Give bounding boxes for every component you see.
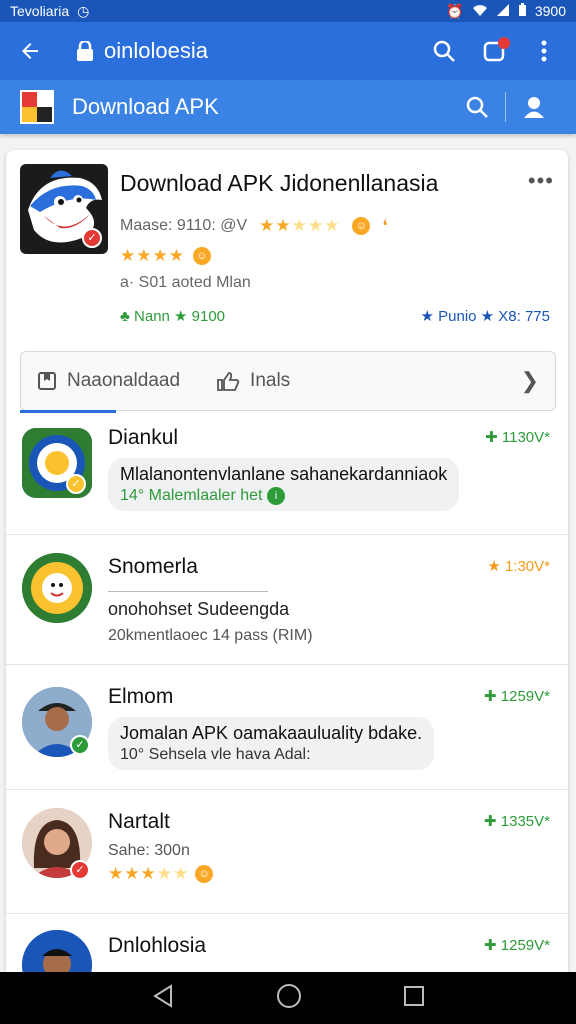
tab-count-badge [498, 37, 510, 49]
content-card: ✓ Download APK Jidonenllanasia ••• Maase… [6, 150, 568, 980]
list-item-rating: ★★★★★ ☺ [108, 864, 214, 884]
app-icon[interactable]: ✓ [20, 164, 108, 254]
square-recents-icon [404, 985, 425, 1006]
tab-download[interactable]: Naaonaldaad [37, 370, 180, 392]
list-item-count: ✚ 1335V* [484, 813, 550, 830]
browser-toolbar: oinloloesia [0, 22, 576, 80]
list-item[interactable]: ✓ Nartalt ✚ 1335V* Sahe: 300n ★★★★★ ☺ [6, 790, 568, 914]
mascot-emblem-icon [22, 553, 92, 623]
coin-icon: ☺ [352, 217, 371, 235]
verified-badge-icon: ✓ [82, 228, 102, 248]
bookmark-icon [38, 372, 56, 390]
circle-home-icon [276, 983, 301, 1008]
list-item-name: Dnlohlosia [108, 934, 207, 957]
app-header: ✓ Download APK Jidonenllanasia ••• Maase… [6, 150, 568, 340]
kebab-menu-icon [541, 40, 547, 62]
review-list: ✓ Diankul ✚ 1130V* Mlalanontenvlanlane s… [6, 418, 568, 980]
comment-bubble: Mlalanontenvlanlane sahanekardanniaok 14… [108, 458, 460, 512]
url-field[interactable]: oinloloesia [104, 38, 412, 64]
signal-icon [496, 3, 510, 20]
divider [108, 591, 268, 592]
list-item-subtext: Sahe: 300n [108, 842, 190, 859]
list-item-subtext: 20kmentlaoec 14 pass (RIM) [108, 627, 313, 644]
leaf-icon: ♣ [120, 308, 130, 325]
wifi-icon [472, 3, 488, 20]
list-item-count: ✚ 1259V* [484, 688, 550, 705]
app-meta: Maase: 9110: @V ★★★★★ ☺ ❛ [120, 216, 388, 236]
account-button[interactable] [512, 85, 556, 129]
app-tag-right: ★ Punio ★ X8: 775 [420, 308, 550, 325]
nav-home-button[interactable] [276, 983, 302, 1014]
list-item[interactable]: ✓ Diankul ✚ 1130V* Mlalanontenvlanlane s… [6, 418, 568, 535]
arrow-left-icon [22, 43, 38, 59]
system-nav-bar [0, 972, 576, 1024]
info-icon: i [266, 487, 285, 505]
list-item-name: Snomerla [108, 555, 198, 578]
rating-stars: ★★★★ [120, 246, 185, 265]
lock-icon [77, 41, 93, 61]
nav-back-button[interactable] [151, 983, 175, 1013]
thumbs-up-icon [217, 372, 240, 391]
more-options-button[interactable]: ••• [528, 168, 554, 194]
app-tag-left: ♣ Nann ★ 9100 [120, 308, 226, 325]
tab-details[interactable]: Inals [216, 370, 290, 392]
status-bar: Tevoliaria ◷ ⏰ 3900 [0, 0, 576, 22]
rating-stars: ★★★★★ [108, 864, 190, 883]
coin-icon: ☺ [192, 247, 211, 265]
verified-badge-icon: ✓ [66, 474, 86, 494]
list-item-name: Nartalt [108, 810, 170, 833]
app-meta-text: Maase: 9110: @V [120, 217, 248, 234]
flame-icon: ❛ [382, 218, 388, 235]
back-button[interactable] [14, 35, 46, 67]
search-icon [466, 96, 488, 118]
app-subline: a· S01 aoted Mlan [120, 274, 251, 291]
carrier-label: Tevoliaria [10, 3, 70, 19]
browser-search-button[interactable] [426, 33, 462, 69]
list-item-count: ✚ 1259V* [484, 937, 550, 954]
tabs-button[interactable] [476, 33, 512, 69]
list-item-name: Elmom [108, 685, 174, 708]
site-header: Download APK [0, 80, 576, 134]
list-item-count: ★ 1:30V* [487, 558, 550, 575]
browser-menu-button[interactable] [526, 33, 562, 69]
list-item-count: ✚ 1130V* [485, 429, 550, 446]
tab-strip: Naaonaldaad Inals ❯ [20, 351, 556, 411]
nav-recents-button[interactable] [403, 985, 425, 1012]
battery-icon [518, 2, 527, 20]
list-item-name: Diankul [108, 426, 179, 449]
clock-icon: ◷ [77, 2, 90, 19]
active-tab-indicator [20, 410, 116, 413]
site-search-button[interactable] [455, 85, 499, 129]
user-icon [524, 97, 544, 118]
battery-level: 3900 [534, 3, 566, 19]
site-logo[interactable] [20, 90, 54, 124]
list-item[interactable]: Dnlohlosia ✚ 1259V* [6, 914, 568, 980]
list-item-text: onohohset Sudeengda [108, 599, 290, 619]
list-item[interactable]: ✓ Elmom ✚ 1259V* Jomalan APK oamakaaulua… [6, 665, 568, 790]
app-title: Download APK Jidonenllanasia [120, 170, 439, 196]
triangle-back-icon [152, 983, 172, 1008]
site-title[interactable]: Download APK [72, 94, 455, 120]
avatar [22, 553, 92, 623]
header-divider [505, 92, 506, 122]
verified-badge-icon: ✓ [70, 860, 90, 880]
coin-icon: ☺ [195, 865, 214, 883]
comment-bubble: Jomalan APK oamakaauluality bdake. 10° S… [108, 717, 435, 770]
alarm-icon: ⏰ [446, 2, 464, 19]
list-item[interactable]: Snomerla ★ 1:30V* onohohset Sudeengda 20… [6, 535, 568, 665]
search-icon [433, 40, 455, 62]
app-rating: ★★★★ ☺ [120, 246, 211, 266]
verified-badge-icon: ✓ [70, 735, 90, 755]
meta-rating-stars: ★★★★★ [259, 216, 341, 235]
chevron-right-icon[interactable]: ❯ [521, 368, 539, 394]
